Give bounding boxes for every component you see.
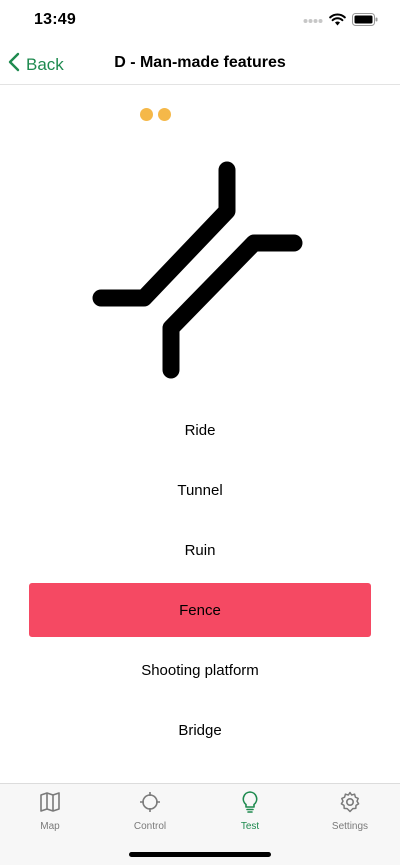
status-time: 13:49 xyxy=(34,11,76,28)
status-bar: 13:49 xyxy=(0,0,400,44)
answer-option[interactable]: Bridge xyxy=(29,703,371,757)
tab-control[interactable]: Control xyxy=(100,790,200,832)
tab-test-label: Test xyxy=(240,821,260,832)
answer-option[interactable]: Ruin xyxy=(29,523,371,577)
battery-icon xyxy=(352,13,378,31)
bridge-symbol-icon xyxy=(92,161,303,379)
tab-bar: Map Control Test Settings xyxy=(0,783,400,865)
question-symbol xyxy=(88,158,312,393)
home-indicator xyxy=(129,852,271,857)
tab-settings-label: Settings xyxy=(331,821,369,832)
progress-indicator xyxy=(140,108,171,121)
tab-test[interactable]: Test xyxy=(200,790,300,832)
map-icon xyxy=(0,790,100,817)
wifi-icon xyxy=(329,13,346,31)
tab-control-label: Control xyxy=(133,821,167,832)
answer-option[interactable]: Shooting platform xyxy=(29,643,371,697)
answer-options: Ride Tunnel Ruin Fence Shooting platform Brid… xyxy=(29,403,371,763)
progress-dot xyxy=(140,108,153,121)
answer-option[interactable]: Fence xyxy=(29,583,371,637)
tab-settings[interactable]: Settings xyxy=(300,790,400,832)
answer-option[interactable]: Tunnel xyxy=(29,463,371,517)
navigation-bar: Back D - Man-made features xyxy=(0,44,400,85)
lightbulb-icon xyxy=(200,790,300,817)
tab-map-label: Map xyxy=(40,821,60,832)
crosshair-icon xyxy=(100,790,200,817)
tab-map[interactable]: Map xyxy=(0,790,100,832)
status-icons xyxy=(303,13,378,31)
cellular-signal-icon xyxy=(303,13,323,31)
answer-option[interactable]: Ride xyxy=(29,403,371,457)
gear-icon xyxy=(300,790,400,817)
page-title: D - Man-made features xyxy=(114,54,286,71)
progress-dot xyxy=(158,108,171,121)
